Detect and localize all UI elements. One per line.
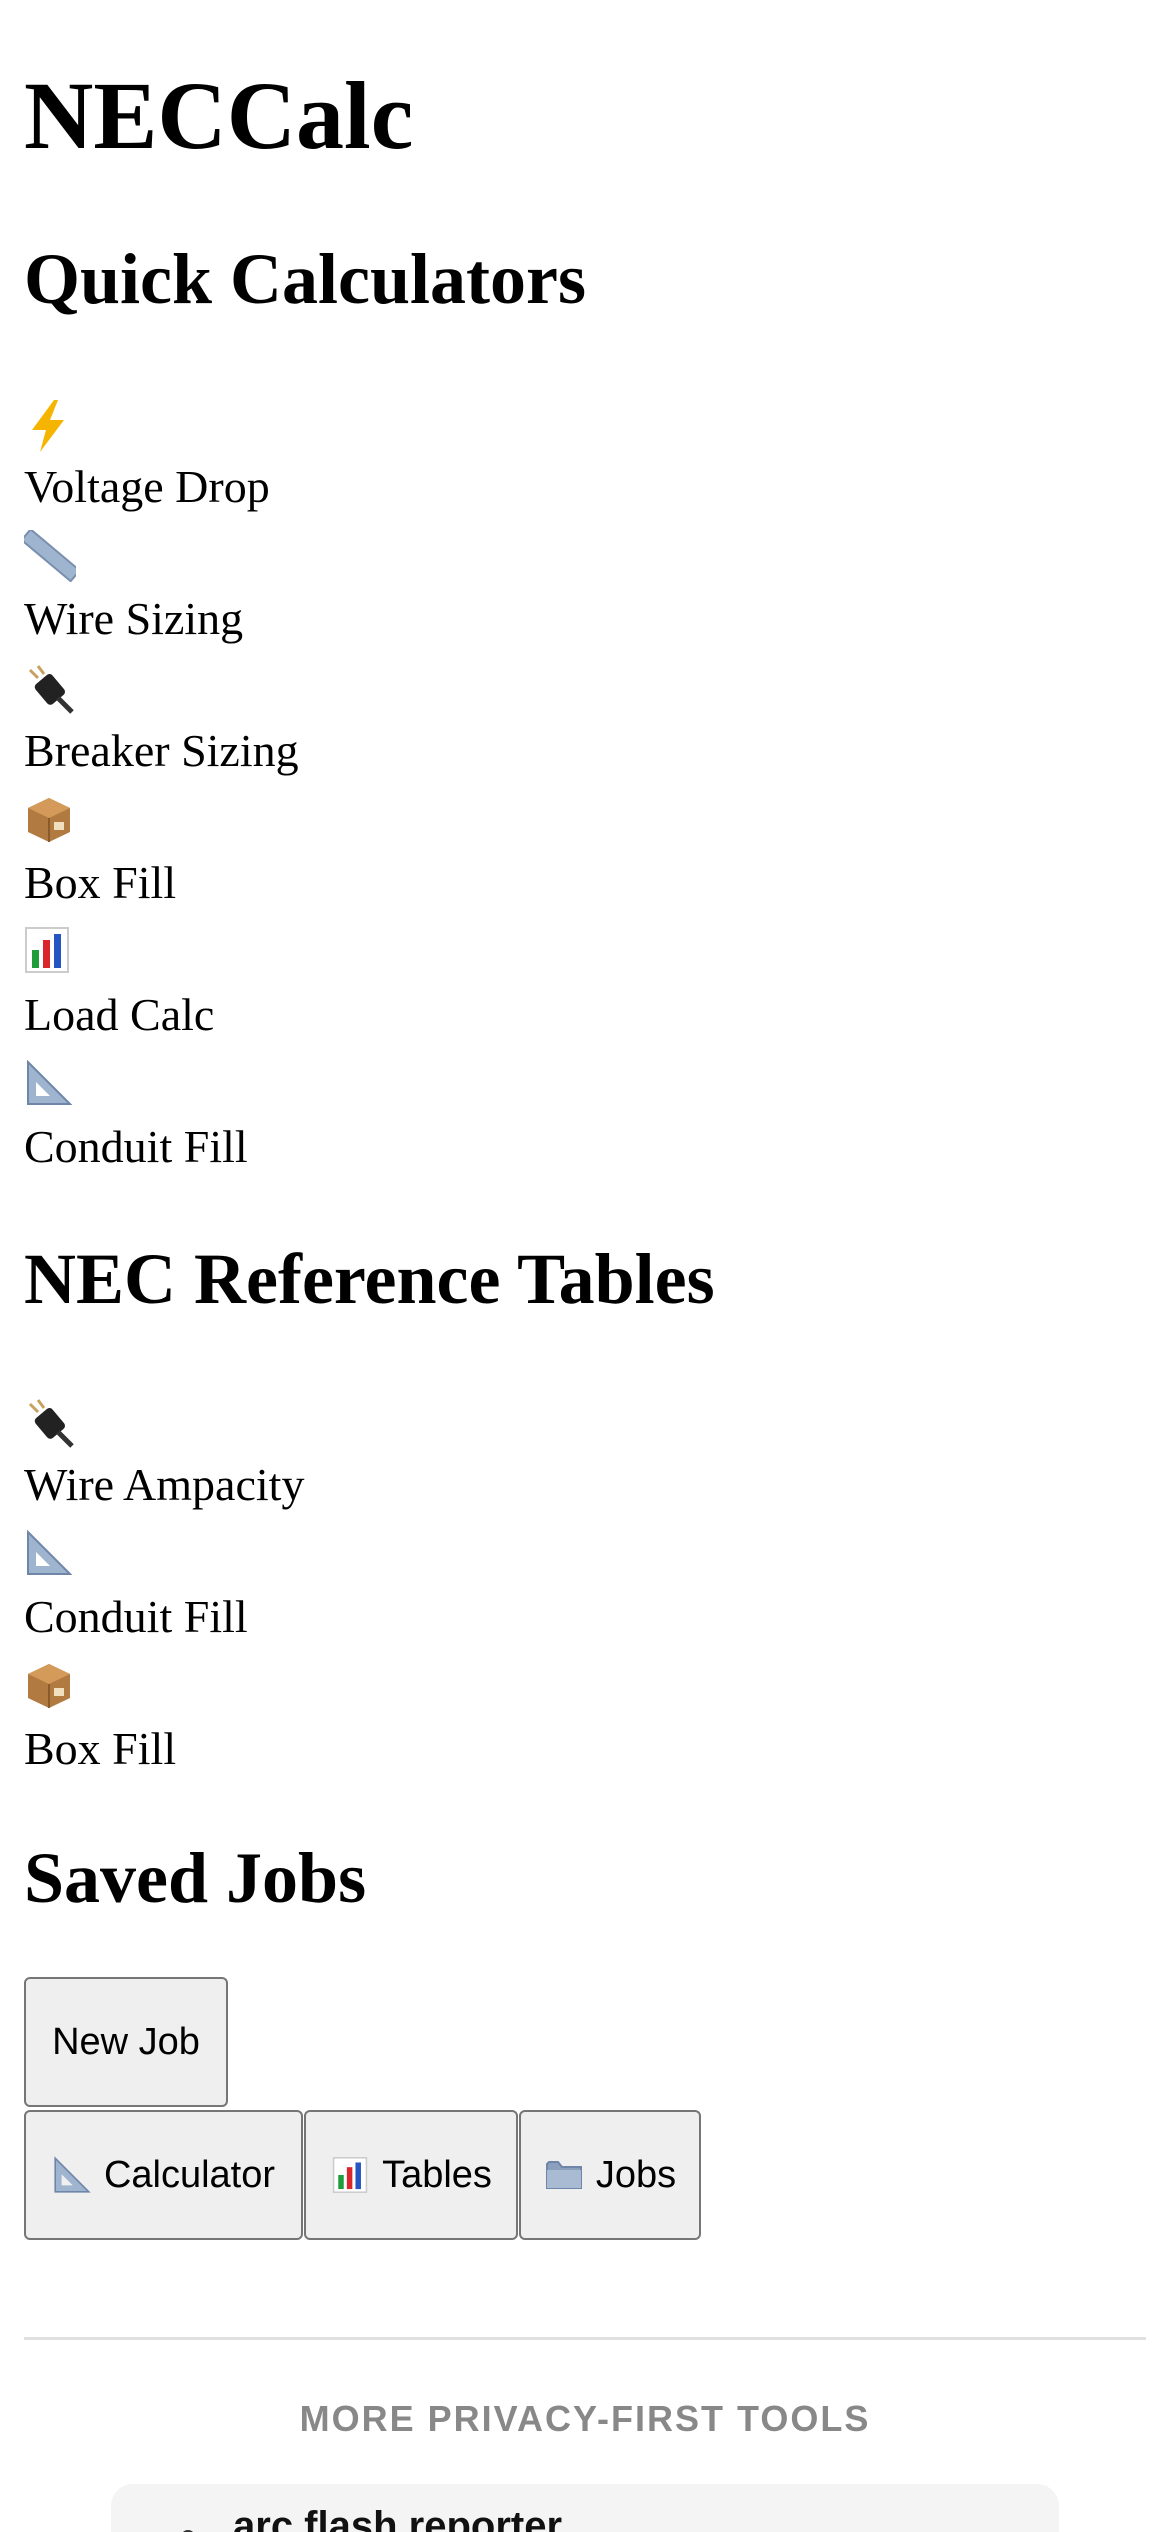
table-item-box-fill[interactable]: Box Fill [24,1660,1024,1792]
bar-chart-icon [24,926,86,988]
table-item-wire-ampacity[interactable]: Wire Ampacity [24,1396,1024,1528]
triangle-ruler-icon [24,1058,86,1120]
calc-item-conduit-fill[interactable]: Conduit Fill [24,1058,1024,1190]
nav-tables-button[interactable]: Tables [304,2110,518,2240]
triangle-ruler-icon [24,1528,86,1590]
ruler-icon [20,527,86,592]
reference-tables-list: Wire Ampacity Conduit Fill Box Fill [24,1396,1024,1792]
box-icon [24,1660,86,1722]
table-item-label: Box Fill [24,1723,177,1774]
saved-jobs-heading: Saved Jobs [24,1838,367,1918]
calc-item-label: Conduit Fill [24,1121,248,1172]
nav-jobs-button[interactable]: Jobs [519,2110,701,2240]
nav-tables-label: Tables [382,2153,492,2196]
calc-item-wire-sizing[interactable]: Wire Sizing [20,527,1024,662]
new-job-button-label: New Job [52,2020,200,2063]
plug-icon [24,662,86,724]
new-job-button[interactable]: New Job [24,1977,228,2107]
app-title: NECCalc [24,62,414,169]
quick-calculators-list: Voltage Drop Wire Sizing Breaker Sizing … [20,398,1024,1190]
triangle-ruler-icon [52,2155,92,2195]
table-item-label: Wire Ampacity [24,1459,305,1510]
nav-calculator-button[interactable]: Calculator [24,2110,303,2240]
reference-tables-heading: NEC Reference Tables [24,1239,715,1319]
bar-chart-icon [330,2155,370,2195]
more-tools-heading: MORE PRIVACY-FIRST TOOLS [299,2398,871,2439]
plug-icon [24,1396,86,1458]
calc-item-voltage-drop[interactable]: Voltage Drop [24,398,1024,530]
box-icon [24,794,86,856]
table-item-conduit-fill[interactable]: Conduit Fill [24,1528,1024,1660]
calc-item-load-calc[interactable]: Load Calc [24,926,1024,1058]
section-divider [24,2337,1146,2340]
folder-icon [544,2155,584,2195]
calc-item-label: Wire Sizing [24,593,244,644]
quick-calculators-heading: Quick Calculators [24,239,587,319]
calc-item-label: Voltage Drop [24,461,270,512]
nav-calculator-label: Calculator [103,2153,276,2196]
nav-jobs-label: Jobs [595,2153,677,2196]
lightning-icon [24,398,86,460]
tool-card-arc-flash-reporter[interactable]: arc flash reporter [111,2484,1059,2532]
table-item-label: Conduit Fill [24,1591,248,1642]
calc-item-breaker-sizing[interactable]: Breaker Sizing [24,662,1024,794]
calc-item-box-fill[interactable]: Box Fill [24,794,1024,926]
calc-item-label: Breaker Sizing [24,725,299,776]
calc-item-label: Box Fill [24,857,177,908]
tool-name: arc flash reporter [233,2504,563,2532]
calc-item-label: Load Calc [24,989,215,1040]
